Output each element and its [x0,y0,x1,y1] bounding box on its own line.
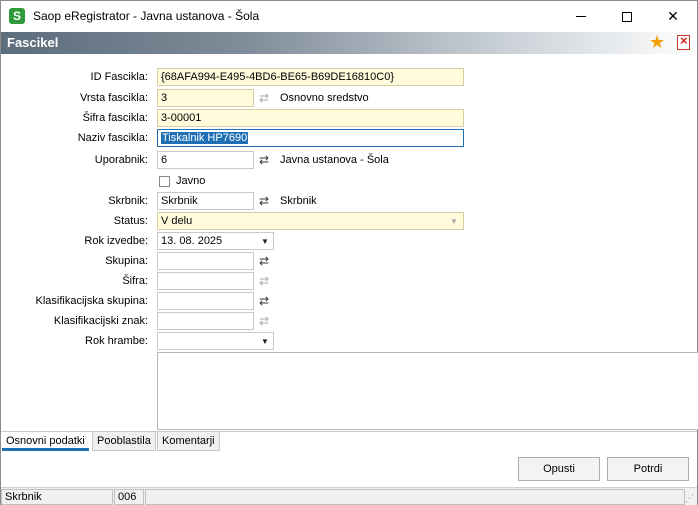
status-chevron-down-icon[interactable]: ▼ [446,212,462,230]
skupina-field[interactable] [157,252,254,270]
sifra-fascikla-label: Šifra fascikla: [82,112,148,124]
maximize-button[interactable] [604,1,650,32]
skrbnik-lookup-icon[interactable]: ⇄ [254,192,274,210]
id-fascikla-field[interactable]: {68AFA994-E495-4BD6-BE65-B69DE16810C0} [157,68,464,86]
id-fascikla-label: ID Fascikla: [90,71,148,83]
resize-grip-icon[interactable]: ⋰ [685,493,695,503]
uporabnik-label: Uporabnik: [94,154,148,166]
status-code: 006 [114,489,144,505]
rok-izvedbe-label: Rok izvedbe: [84,235,148,247]
javno-label: Javno [176,175,206,187]
minimize-icon [576,16,586,17]
tab-komentarji[interactable]: Komentarji [157,432,220,451]
close-button[interactable]: ✕ [650,1,696,32]
delete-icon[interactable] [677,33,690,50]
form-title: Fascikel [7,35,59,50]
naziv-fascikla-label: Naziv fascikla: [77,132,148,144]
title-bar: S Saop eRegistrator - Javna ustanova - Š… [1,1,697,32]
status-bar: Skrbnik 006 ⋰ [1,487,697,505]
klasifikacijski-znak-field[interactable] [157,312,254,330]
javno-checkbox[interactable] [159,176,170,187]
form-header: Fascikel ★ [1,32,697,54]
rok-izvedbe-chevron-down-icon[interactable]: ▼ [257,232,273,250]
tab-osnovni-podatki[interactable]: Osnovni podatki [2,432,89,451]
status-empty-cell [145,489,685,505]
naziv-fascikla-selected-text: Tiskalnik HP7690 [161,132,249,144]
minimize-button[interactable] [558,1,604,32]
notes-textarea[interactable] [157,352,698,430]
skupina-lookup-icon[interactable]: ⇄ [254,252,274,270]
uporabnik-lookup-icon[interactable]: ⇄ [254,151,274,169]
status-label: Status: [113,215,148,227]
status-user: Skrbnik [1,489,113,505]
star-icon[interactable]: ★ [649,32,665,52]
klasifikacijska-skupina-field[interactable] [157,292,254,310]
sifra-label: Šifra: [122,275,148,287]
vrsta-fascikla-field[interactable]: 3 [157,89,254,107]
klasifikacijski-znak-label: Klasifikacijski znak: [53,315,148,327]
close-icon: ✕ [667,8,679,24]
uporabnik-field[interactable]: 6 [157,151,254,169]
skrbnik-label: Skrbnik: [108,195,148,207]
uporabnik-description: Javna ustanova - Šola [280,154,389,166]
rok-hrambe-label: Rok hrambe: [85,335,148,347]
app-logo-icon: S [9,8,25,24]
sifra-fascikla-field[interactable]: 3-00001 [157,109,464,127]
rok-hrambe-chevron-down-icon[interactable]: ▼ [257,332,273,350]
skrbnik-description: Skrbnik [280,195,317,207]
sifra-lookup-icon[interactable]: ⇄ [254,272,274,290]
sifra-field[interactable] [157,272,254,290]
klasifikacijska-skupina-label: Klasifikacijska skupina: [35,295,149,307]
skupina-label: Skupina: [105,255,148,267]
window-title: Saop eRegistrator - Javna ustanova - Šol… [33,9,260,23]
naziv-fascikla-field[interactable]: Tiskalnik HP7690 [157,129,464,147]
maximize-icon [622,11,632,22]
tab-pooblastila[interactable]: Pooblastila [92,432,156,451]
vrsta-fascikla-label: Vrsta fascikla: [79,92,148,104]
app-window: S Saop eRegistrator - Javna ustanova - Š… [0,0,698,505]
cancel-button[interactable]: Opusti [518,457,600,481]
skrbnik-field[interactable]: Skrbnik [157,192,254,210]
vrsta-fascikla-lookup-icon[interactable]: ⇄ [254,89,274,107]
status-select[interactable]: V delu [157,212,464,230]
vrsta-fascikla-description: Osnovno sredstvo [280,92,369,104]
klasifikacijski-znak-lookup-icon[interactable]: ⇄ [254,312,274,330]
klasifikacijska-skupina-lookup-icon[interactable]: ⇄ [254,292,274,310]
confirm-button[interactable]: Potrdi [607,457,689,481]
tab-strip: Osnovni podatki Pooblastila Komentarji [1,431,697,451]
